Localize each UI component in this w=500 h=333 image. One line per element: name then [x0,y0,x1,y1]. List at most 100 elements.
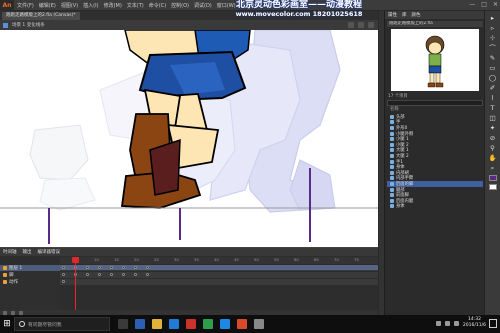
app-icon[interactable] [254,319,264,329]
brush-tool-icon[interactable]: ⌇ [487,95,499,102]
tab-library[interactable]: 库 [402,12,407,18]
tab-output[interactable]: 输出 [23,249,32,255]
tools-panel: ▸ ▹ ⊹ ⌒ ✎ ▭ ◯ ✐ ⌇ T ◫ ✦ ⊘ ⚲ ✋ ⌕ [484,11,500,315]
tab-properties[interactable]: 属性 [388,12,397,18]
keyframe[interactable] [134,273,137,276]
ruler-tick: 65 [314,257,319,262]
keyframe[interactable] [110,273,113,276]
volume-icon[interactable] [444,320,450,326]
eraser-tool-icon[interactable]: ⊘ [487,135,499,142]
layer-row-2[interactable]: 脚 [0,272,60,278]
menu-insert[interactable]: 插入(I) [83,2,98,9]
start-button[interactable]: ⊞ [0,315,14,333]
library-item-list: 头部 手 外形0 小腿外侧 小腿 1 小腿 2 大腿 1 大腿 2 手1 身体 … [387,114,483,209]
zoom-icon[interactable] [368,22,374,28]
task-view-icon[interactable] [118,319,128,329]
stage-artwork [0,30,378,244]
wechat-icon[interactable] [203,319,213,329]
system-clock[interactable]: 14:32 2016/11/6 [463,317,486,329]
frames-row-layer-3[interactable] [60,279,378,285]
keyframe[interactable] [134,266,137,269]
subselection-tool-icon[interactable]: ▹ [487,25,499,32]
keyframe[interactable] [122,273,125,276]
edit-scene-icon[interactable] [358,22,364,28]
edge-browser-icon[interactable] [135,319,145,329]
store-icon[interactable] [169,319,179,329]
menu-help[interactable]: 帮助(H) [241,2,259,9]
pencil-tool-icon[interactable]: ✐ [487,85,499,92]
network-icon[interactable] [435,320,441,326]
eyedropper-tool-icon[interactable]: ✦ [487,125,499,132]
paint-bucket-tool-icon[interactable]: ◫ [487,115,499,122]
lasso-tool-icon[interactable]: ⌒ [487,45,499,52]
frames-row-layer-1[interactable] [60,265,378,271]
document-tab[interactable]: 跑跑走路模版上的2.fla (Canvas)* [2,12,80,20]
timeline-panel: 时间轴 输出 编译器错误 5 10 15 20 25 30 35 40 45 5… [0,247,378,316]
library-preview [391,29,479,91]
zoom-tool-icon[interactable]: ⌕ [487,165,499,172]
taskbar-search[interactable]: 有问题尽管问我 [14,317,110,331]
menu-modify[interactable]: 修改(M) [104,2,122,9]
keyframe[interactable] [98,273,101,276]
hand-tool-icon[interactable]: ✋ [487,155,499,162]
oval-tool-icon[interactable]: ◯ [487,75,499,82]
playhead[interactable] [75,257,76,315]
keyframe[interactable] [86,266,89,269]
layer-row-3[interactable]: 动作 [0,279,60,285]
menu-text[interactable]: 文本(T) [127,2,144,9]
keyframe[interactable] [86,273,89,276]
symbol-icon [390,187,394,192]
minimize-button[interactable]: — [469,1,475,8]
pen-tool-icon[interactable]: ✎ [487,55,499,62]
library-document-select[interactable]: 跑跑走路模版上的2.fla [387,21,483,27]
stroke-color-swatch[interactable] [488,175,497,181]
text-tool-icon[interactable]: T [487,105,499,112]
menu-debug[interactable]: 调试(D) [194,2,212,9]
menu-view[interactable]: 视图(V) [61,2,78,9]
frames-row-layer-2[interactable] [60,272,378,278]
keyframe[interactable] [146,266,149,269]
taskbar-apps [118,319,264,329]
free-transform-tool-icon[interactable]: ⊹ [487,35,499,42]
menu-file[interactable]: 文件(F) [17,2,34,9]
keyframe[interactable] [62,266,65,269]
qq-icon[interactable] [220,319,230,329]
office-icon[interactable] [237,319,247,329]
timeline-ruler[interactable]: 5 10 15 20 25 30 35 40 45 50 55 60 65 70… [60,257,378,264]
menu-edit[interactable]: 编辑(E) [39,2,56,9]
symbol-icon [390,181,394,186]
ruler-tick: 30 [174,257,179,262]
edit-symbols-icon[interactable] [348,22,354,28]
menu-control[interactable]: 控制(O) [171,2,189,9]
keyframe[interactable] [62,280,65,283]
keyframe[interactable] [146,273,149,276]
library-column-name[interactable]: 名称 [387,107,483,113]
maximize-button[interactable]: □ [481,1,487,8]
keyframe[interactable] [122,266,125,269]
layer-name: 动作 [9,280,18,285]
scene-label[interactable]: 场景 1 变化线条 [12,22,45,28]
library-item[interactable]: 身体 [387,204,483,209]
keyframe[interactable] [110,266,113,269]
fill-color-swatch[interactable] [488,184,497,190]
library-panel: 属性 库 颜色 跑跑走路模版上的2.fla 17 个项目 名称 头部 手 外形0… [384,11,485,315]
tab-color[interactable]: 颜色 [412,12,421,18]
animate-app-icon[interactable] [186,319,196,329]
ruler-tick: 35 [194,257,199,262]
bone-tool-icon[interactable]: ⚲ [487,145,499,152]
close-button[interactable]: ✕ [493,1,498,8]
keyframe[interactable] [62,273,65,276]
file-explorer-icon[interactable] [152,319,162,329]
rectangle-tool-icon[interactable]: ▭ [487,65,499,72]
library-search-input[interactable] [387,100,483,106]
tab-compiler-errors[interactable]: 编译器错误 [38,249,61,255]
input-method-icon[interactable] [453,320,459,326]
stage-canvas[interactable] [0,30,378,247]
layer-row-1[interactable]: 图层 1 [0,265,60,271]
selection-tool-icon[interactable]: ▸ [487,15,499,22]
notification-center-icon[interactable] [489,319,497,328]
menu-window[interactable]: 窗口(W) [217,2,236,9]
tab-timeline[interactable]: 时间轴 [3,249,17,255]
keyframe[interactable] [98,266,101,269]
menu-commands[interactable]: 命令(C) [149,2,166,9]
